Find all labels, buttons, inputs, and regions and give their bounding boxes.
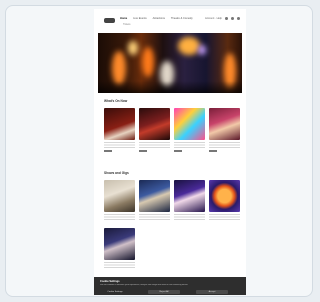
show-card-caption: [104, 214, 135, 220]
nav-sub-label: Tickets: [123, 23, 131, 26]
hero-flame-image: [112, 51, 126, 85]
show-card-image[interactable]: [209, 180, 240, 212]
cookie-title: Cookie Settings: [100, 280, 120, 283]
hero-stage-shadow: [98, 81, 242, 93]
nav-link-live-events[interactable]: Live Events: [133, 17, 146, 20]
event-card-price: [104, 150, 112, 152]
event-card-caption: [139, 142, 170, 148]
preview-card: Home Live Events Attractions Theatre & C…: [5, 5, 313, 297]
cookie-body: We use cookies to enhance your experienc…: [100, 284, 189, 286]
basket-icon[interactable]: [237, 17, 240, 20]
nav-right: Account · Help: [205, 17, 240, 20]
event-card-image[interactable]: [139, 108, 170, 140]
show-card-caption: [104, 262, 135, 268]
hero-light-image: [198, 45, 206, 55]
section-title-whats-on: What's On Now: [104, 99, 128, 103]
event-card-image[interactable]: [174, 108, 205, 140]
event-card-caption: [104, 142, 135, 148]
event-card-caption: [174, 142, 205, 148]
section-title-shows: Shows and Gigs: [104, 171, 129, 175]
site-logo[interactable]: [104, 18, 115, 23]
hero-flame-image: [142, 47, 154, 77]
show-card-image[interactable]: [174, 180, 205, 212]
cookie-banner: Cookie Settings We use cookies to enhanc…: [94, 277, 246, 295]
event-card-price: [139, 150, 147, 152]
nav-link-attractions[interactable]: Attractions: [153, 17, 165, 20]
event-card-price: [209, 150, 217, 152]
user-icon[interactable]: [231, 17, 234, 20]
nav-link-home[interactable]: Home: [120, 17, 127, 20]
webpage-preview: Home Live Events Attractions Theatre & C…: [94, 9, 246, 295]
cookie-accept-button[interactable]: Accept: [196, 289, 228, 294]
search-icon[interactable]: [225, 17, 228, 20]
show-card-caption: [139, 214, 170, 220]
event-card-image[interactable]: [104, 108, 135, 140]
hero-flame-image: [178, 37, 200, 55]
event-card-image[interactable]: [209, 108, 240, 140]
show-card-image[interactable]: [104, 180, 135, 212]
nav-link-theatre[interactable]: Theatre & Comedy: [171, 17, 193, 20]
nav-links: Home Live Events Attractions Theatre & C…: [120, 17, 193, 20]
show-card-caption: [209, 214, 240, 220]
cookie-settings-button[interactable]: Cookie Settings: [100, 290, 130, 294]
show-card-caption: [174, 214, 205, 220]
show-card-image[interactable]: [104, 228, 135, 260]
hero-banner[interactable]: [98, 33, 242, 93]
account-link[interactable]: Account · Help: [205, 17, 222, 20]
event-card-caption: [209, 142, 240, 148]
hero-flame-image: [128, 41, 138, 55]
top-nav: Home Live Events Attractions Theatre & C…: [94, 9, 246, 31]
show-card-image[interactable]: [139, 180, 170, 212]
event-card-price: [174, 150, 182, 152]
cookie-reject-button[interactable]: Reject All: [148, 289, 180, 294]
